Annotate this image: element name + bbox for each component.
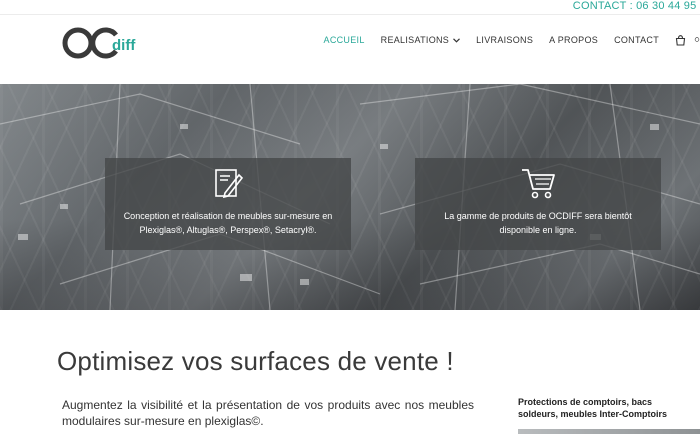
top-contact-bar: CONTACT : 06 30 44 95 9 <box>0 0 700 15</box>
sidebar-product-image[interactable] <box>518 429 700 434</box>
nav-item-contact[interactable]: CONTACT <box>614 35 659 45</box>
shopping-cart-icon <box>415 166 661 205</box>
site-header: diff ACCUEIL REALISATIONS LIVRAISONS A P… <box>0 15 700 85</box>
chevron-down-icon <box>453 37 461 43</box>
hero-card-gamme[interactable]: La gamme de produits de OCDIFF sera bien… <box>415 158 661 250</box>
hero-card-conception-text: Conception et réalisation de meubles sur… <box>123 211 333 235</box>
nav-item-a-propos[interactable]: A PROPOS <box>549 35 598 45</box>
nav-item-realisations[interactable]: REALISATIONS <box>381 35 461 45</box>
nav-item-accueil[interactable]: ACCUEIL <box>324 35 365 45</box>
ocdiff-logo[interactable]: diff <box>60 21 140 61</box>
contact-phone-link[interactable]: CONTACT : 06 30 44 95 9 <box>573 0 700 13</box>
logo-mark-icon: diff <box>62 27 136 59</box>
sidebar-product-title[interactable]: Protections de comptoirs, bacs soldeurs,… <box>518 396 688 420</box>
cart-icon[interactable] <box>675 34 686 46</box>
hero-card-conception[interactable]: Conception et réalisation de meubles sur… <box>105 158 351 250</box>
main-nav: ACCUEIL REALISATIONS LIVRAISONS A PROPOS… <box>324 33 700 47</box>
intro-paragraph: Augmentez la visibilité et la présentati… <box>62 398 474 428</box>
design-pencil-icon <box>105 166 351 205</box>
search-icon[interactable] <box>694 34 700 46</box>
page-title: Optimisez vos surfaces de vente ! <box>57 346 454 376</box>
nav-item-livraisons[interactable]: LIVRAISONS <box>476 35 533 45</box>
hero-card-gamme-text: La gamme de produits de OCDIFF sera bien… <box>444 211 632 235</box>
hero-banner: Conception et réalisation de meubles sur… <box>0 84 700 310</box>
logo-suffix: diff <box>112 37 136 54</box>
